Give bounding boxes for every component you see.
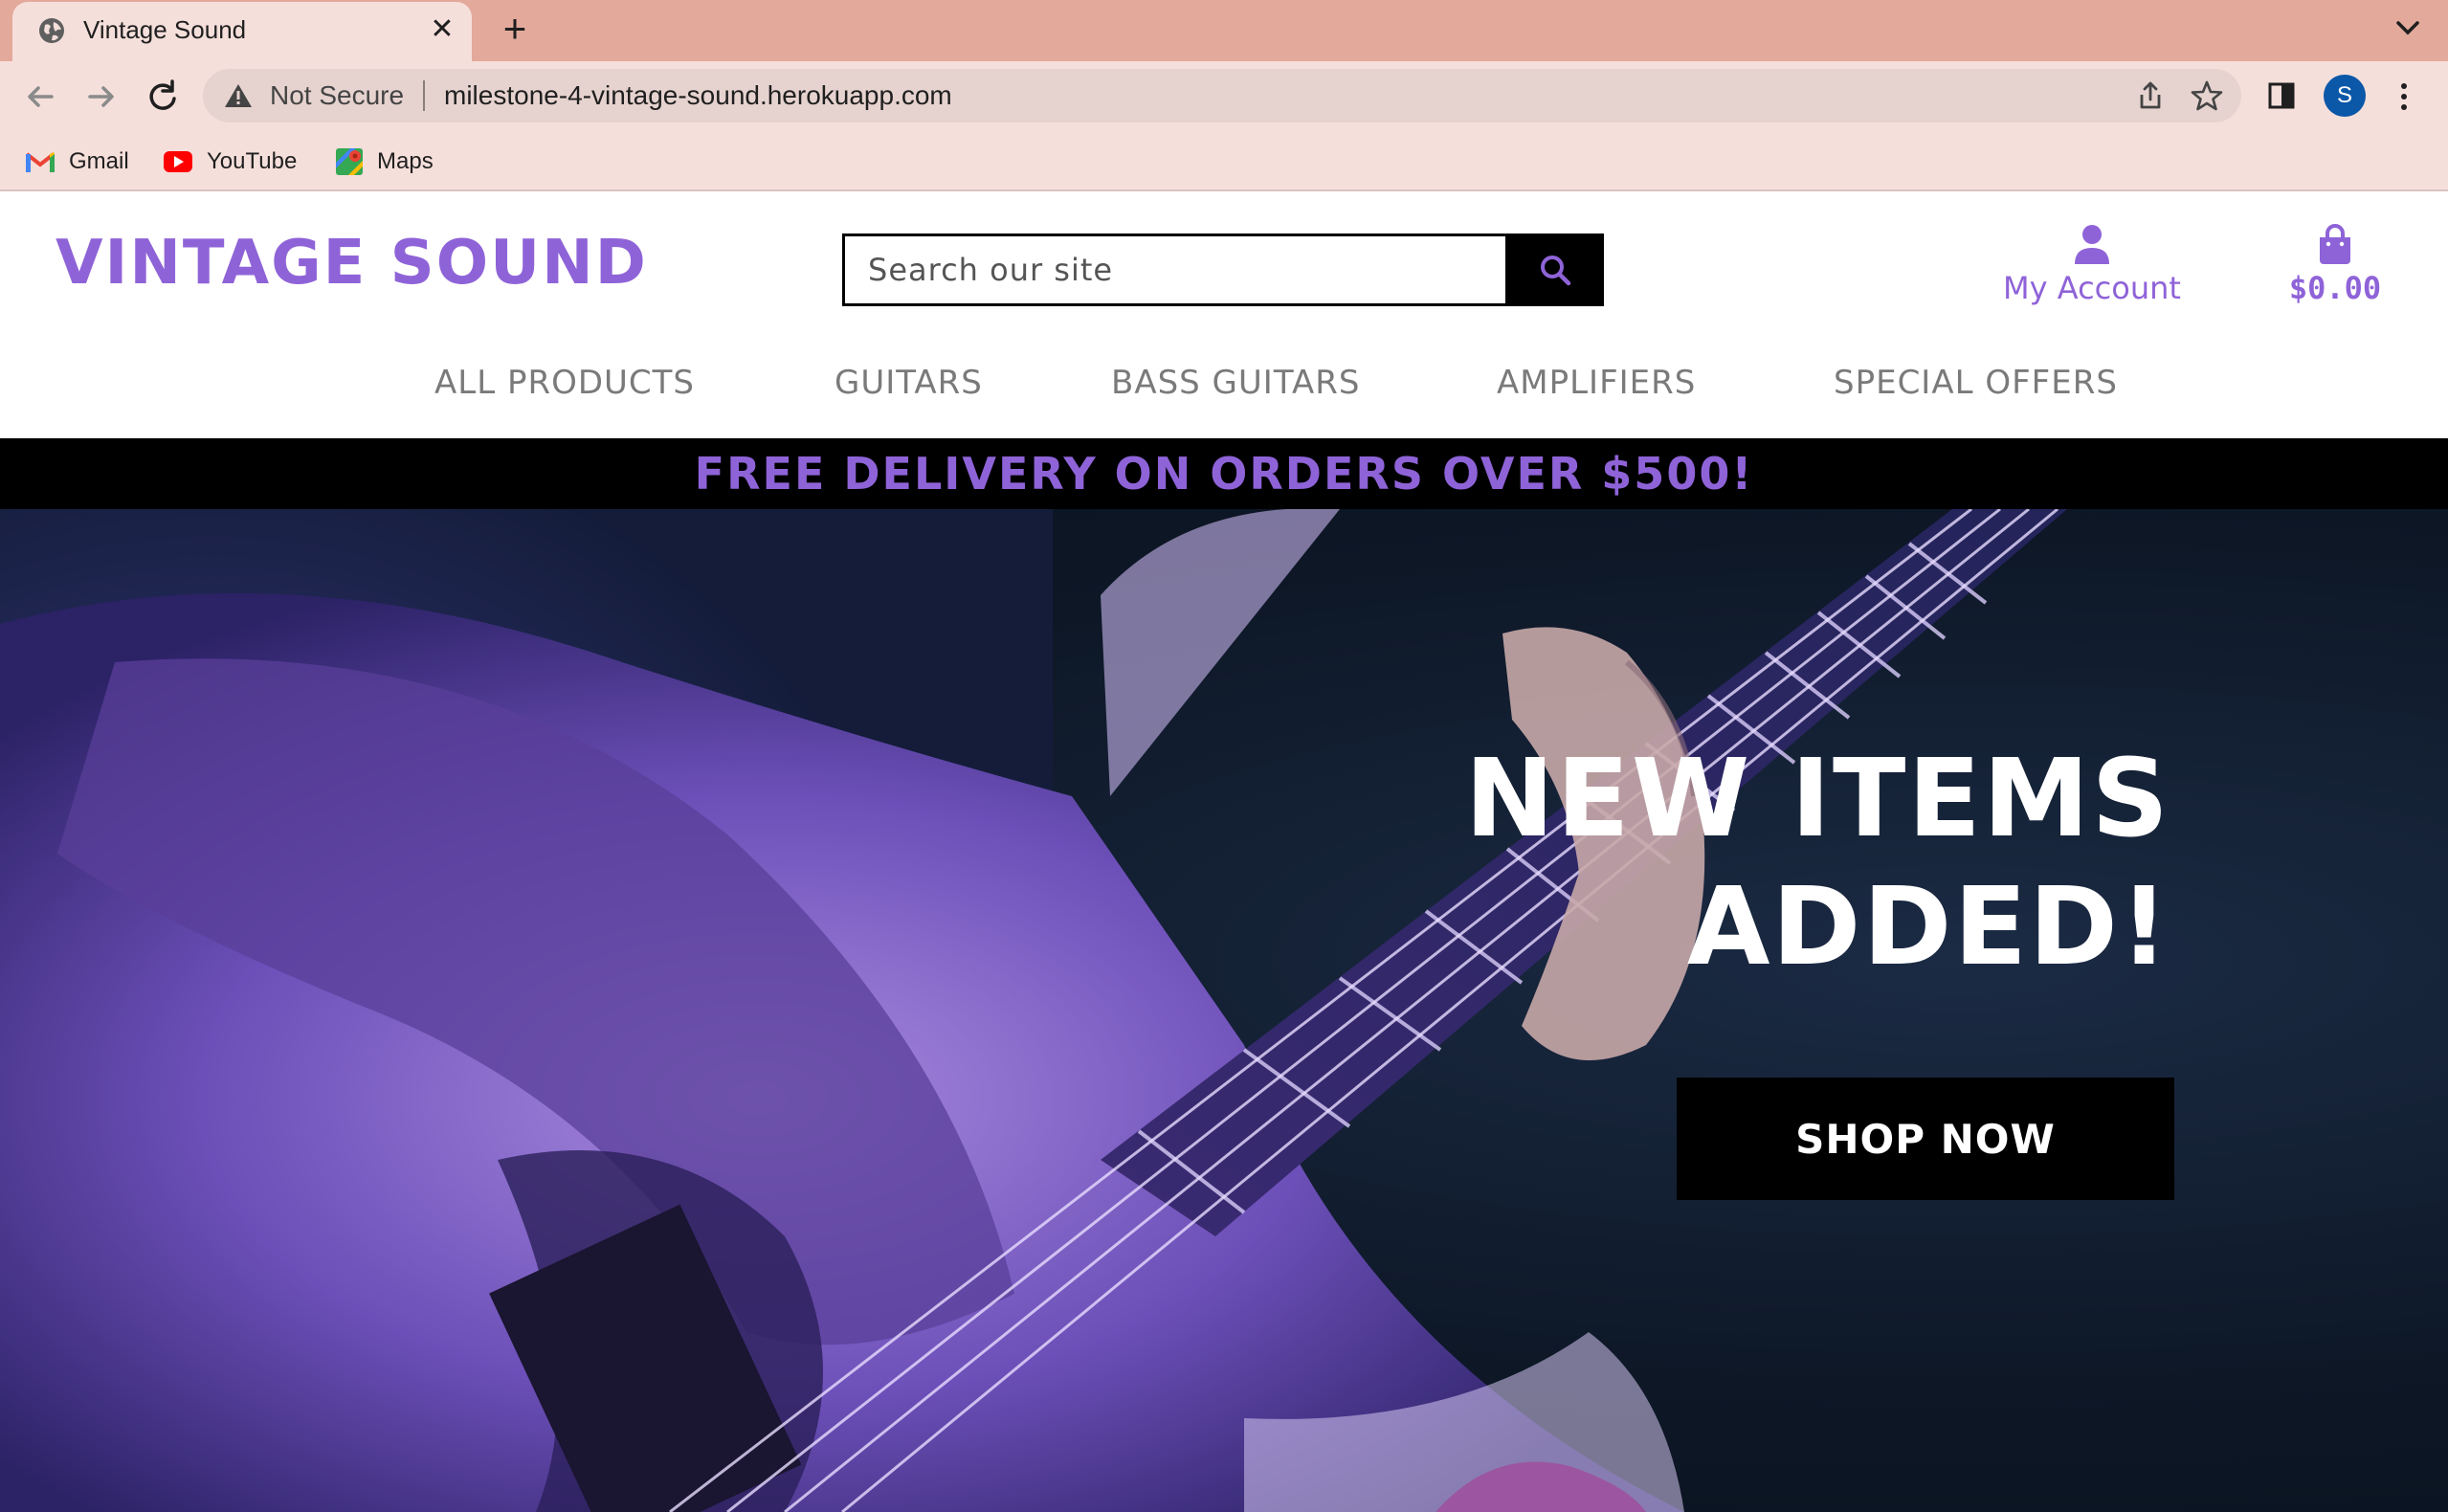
url-text[interactable]: milestone-4-vintage-sound.herokuapp.com xyxy=(444,80,952,111)
youtube-icon xyxy=(164,151,192,172)
search-input[interactable] xyxy=(842,233,1508,306)
account-label: My Account xyxy=(2003,270,2181,306)
back-arrow-icon[interactable] xyxy=(17,74,63,120)
forward-arrow-icon[interactable] xyxy=(78,74,124,120)
my-account-link[interactable]: My Account xyxy=(1987,224,2197,320)
profile-avatar[interactable]: S xyxy=(2324,75,2366,117)
bass-guitar-image xyxy=(0,509,2067,1512)
browser-tab-strip: Vintage Sound ✕ + xyxy=(0,0,2448,61)
hero-heading-line2: ADDED! xyxy=(1686,865,2170,989)
delivery-banner-text: FREE DELIVERY ON ORDERS OVER $500! xyxy=(694,448,1754,500)
main-navigation: ALL PRODUCTS GUITARS BASS GUITARS AMPLIF… xyxy=(0,364,2448,417)
delivery-banner: FREE DELIVERY ON ORDERS OVER $500! xyxy=(0,438,2448,509)
shopping-bag-link[interactable]: $0.00 xyxy=(2268,224,2402,320)
browser-tab-active[interactable]: Vintage Sound ✕ xyxy=(12,2,472,61)
nav-guitars[interactable]: GUITARS xyxy=(835,364,983,402)
bookmark-star-icon[interactable] xyxy=(2190,78,2224,113)
bookmark-label: Gmail xyxy=(69,148,129,174)
warning-icon[interactable] xyxy=(224,82,253,109)
more-menu-icon[interactable] xyxy=(2392,78,2415,115)
cart-total: $0.00 xyxy=(2288,270,2382,306)
bookmark-maps[interactable]: Maps xyxy=(335,145,434,178)
side-panel-icon[interactable] xyxy=(2266,80,2297,111)
nav-all-products[interactable]: ALL PRODUCTS xyxy=(434,364,695,402)
shop-now-button[interactable]: SHOP NOW xyxy=(1677,1078,2174,1200)
bookmarks-bar: Gmail YouTube Maps xyxy=(0,132,2448,191)
bookmark-youtube[interactable]: YouTube xyxy=(163,145,297,178)
tab-title: Vintage Sound xyxy=(83,15,247,44)
nav-bass-guitars[interactable]: BASS GUITARS xyxy=(1111,364,1360,402)
bookmark-label: YouTube xyxy=(207,148,298,174)
reload-icon[interactable] xyxy=(140,74,186,120)
site-header: VINTAGE SOUND My Account $0.00 ALL PRODU… xyxy=(0,191,2448,438)
search-form xyxy=(842,233,1604,306)
maps-icon xyxy=(336,148,363,175)
chevron-down-icon[interactable] xyxy=(2389,11,2427,46)
hero-section: NEW ITEMS ADDED! SHOP NOW xyxy=(0,509,2448,1512)
globe-icon xyxy=(39,18,64,43)
search-icon xyxy=(1541,256,1571,286)
security-label[interactable]: Not Secure xyxy=(270,80,404,111)
close-tab-icon[interactable]: ✕ xyxy=(426,12,458,47)
hero-heading-line1: NEW ITEMS xyxy=(1464,737,2170,861)
brand-logo[interactable]: VINTAGE SOUND xyxy=(56,228,648,299)
share-icon[interactable] xyxy=(2134,79,2167,112)
bookmark-gmail[interactable]: Gmail xyxy=(25,145,129,178)
user-icon xyxy=(2075,225,2109,264)
address-bar[interactable]: Not Secure milestone-4-vintage-sound.her… xyxy=(203,69,2241,122)
gmail-icon xyxy=(25,152,56,172)
bookmark-label: Maps xyxy=(377,148,434,174)
hero-heading: NEW ITEMS ADDED! xyxy=(1309,735,2170,991)
shopping-bag-icon xyxy=(2320,224,2350,264)
new-tab-button[interactable]: + xyxy=(494,8,536,50)
search-button[interactable] xyxy=(1506,233,1604,306)
nav-special-offers[interactable]: SPECIAL OFFERS xyxy=(1834,364,2118,402)
address-divider xyxy=(423,80,425,111)
browser-toolbar: Not Secure milestone-4-vintage-sound.her… xyxy=(0,61,2448,132)
nav-amplifiers[interactable]: AMPLIFIERS xyxy=(1497,364,1696,402)
